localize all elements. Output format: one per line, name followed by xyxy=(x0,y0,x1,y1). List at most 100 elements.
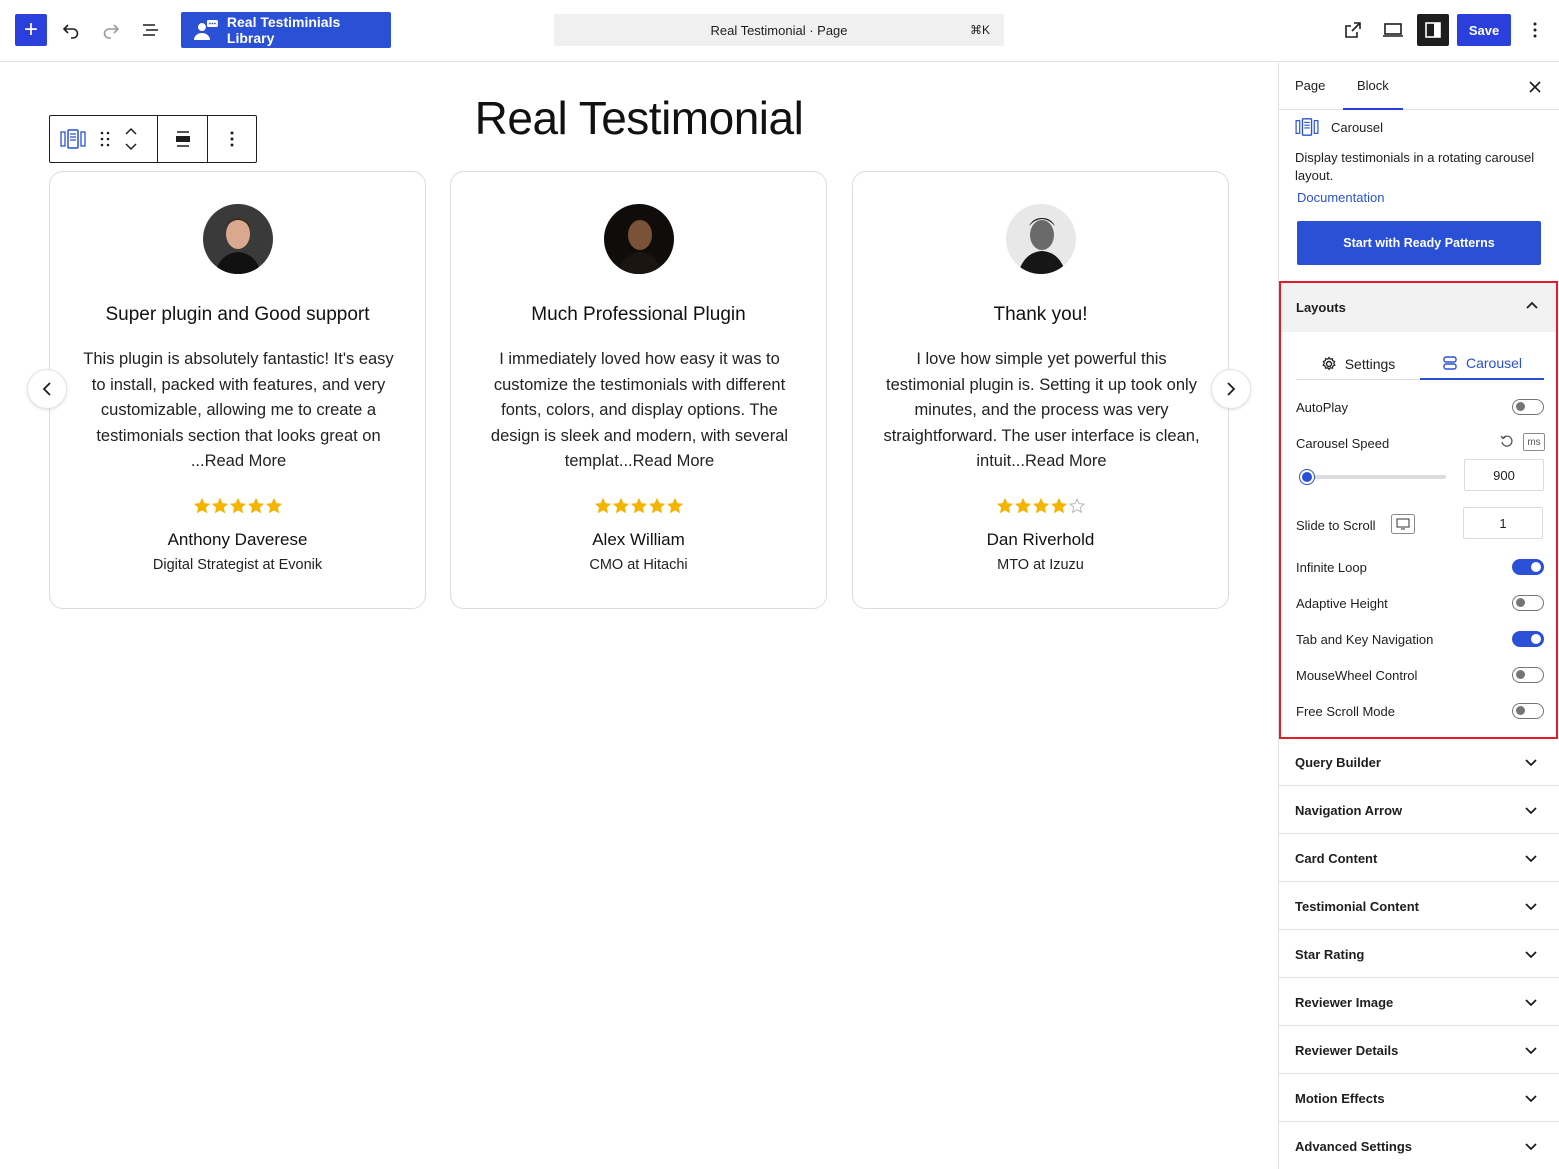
carousel-prev-button[interactable] xyxy=(27,369,67,409)
star-rating xyxy=(853,498,1228,514)
panel-star-rating[interactable]: Star Rating xyxy=(1279,930,1559,978)
mousewheel-control-toggle[interactable] xyxy=(1512,667,1544,683)
panel-title: Query Builder xyxy=(1295,755,1381,770)
move-up-down-icon[interactable] xyxy=(124,126,138,152)
star-filled-icon xyxy=(193,498,210,514)
carousel-speed-slider[interactable] xyxy=(1300,470,1446,484)
infinite-loop-toggle[interactable] xyxy=(1512,559,1544,575)
editor-canvas: Real Testimonial Super plugin and Good s… xyxy=(0,63,1278,1169)
star-filled-icon xyxy=(630,498,647,514)
autoplay-toggle[interactable] xyxy=(1512,399,1544,415)
drag-handle-icon[interactable] xyxy=(100,131,110,147)
testimonial-title: Thank you! xyxy=(993,304,1088,325)
redo-icon[interactable] xyxy=(97,16,125,44)
carousel-speed-label: Carousel Speed xyxy=(1296,436,1390,451)
star-filled-icon xyxy=(229,498,246,514)
desktop-device-icon[interactable] xyxy=(1391,514,1415,534)
carousel-block-icon[interactable] xyxy=(60,128,86,150)
tab-key-navigation-toggle[interactable] xyxy=(1512,631,1544,647)
more-options-icon[interactable] xyxy=(1521,16,1549,44)
block-card-header: Carousel xyxy=(1295,117,1383,137)
users-chat-icon xyxy=(193,20,218,40)
testimonial-text: I love how simple yet powerful this test… xyxy=(883,350,1200,471)
document-overview-icon[interactable] xyxy=(137,16,165,44)
layouts-panel: Layouts Settings Carousel AutoPlay Carou… xyxy=(1279,281,1558,739)
carousel-layers-icon xyxy=(1443,355,1457,370)
panel-motion-effects[interactable]: Motion Effects xyxy=(1279,1074,1559,1122)
add-block-button[interactable]: + xyxy=(15,14,47,46)
panel-title: Testimonial Content xyxy=(1295,899,1419,914)
reviewer-name: Alex William xyxy=(592,530,685,549)
star-filled-icon xyxy=(1032,498,1049,514)
external-link-icon[interactable] xyxy=(1339,16,1367,44)
documentation-link[interactable]: Documentation xyxy=(1297,190,1384,205)
chevron-left-icon xyxy=(42,382,51,396)
panel-title: Navigation Arrow xyxy=(1295,803,1403,818)
chevron-down-icon xyxy=(1525,807,1537,815)
save-button[interactable]: Save xyxy=(1457,14,1511,46)
slide-to-scroll-label: Slide to Scroll xyxy=(1296,518,1376,533)
free-scroll-mode-label: Free Scroll Mode xyxy=(1296,704,1395,719)
alignment-button[interactable] xyxy=(158,116,208,162)
tab-page[interactable]: Page xyxy=(1295,63,1325,110)
slide-to-scroll-input[interactable]: 1 xyxy=(1463,507,1543,539)
more-vertical-icon xyxy=(230,131,234,147)
panel-navigation-arrow[interactable]: Navigation Arrow xyxy=(1279,786,1559,834)
tab-carousel[interactable]: Carousel xyxy=(1420,347,1544,380)
document-title: Real Testimonial · Page xyxy=(710,22,848,38)
panel-title: Card Content xyxy=(1295,851,1378,866)
editor-top-bar: + Real Testiminials Library Real Testimo… xyxy=(0,0,1559,62)
panel-title: Star Rating xyxy=(1295,947,1365,962)
chevron-down-icon xyxy=(1525,951,1537,959)
ready-patterns-button[interactable]: Start with Ready Patterns xyxy=(1297,221,1541,265)
reset-icon[interactable] xyxy=(1500,434,1514,448)
desktop-preview-icon[interactable] xyxy=(1379,16,1407,44)
undo-icon[interactable] xyxy=(57,16,85,44)
star-filled-icon xyxy=(996,498,1013,514)
testimonial-title: Much Professional Plugin xyxy=(531,304,746,325)
star-empty-icon xyxy=(1068,498,1085,514)
testimonial-card[interactable]: Thank you! I love how simple yet powerfu… xyxy=(852,171,1229,609)
autoplay-label: AutoPlay xyxy=(1296,400,1349,415)
block-type-group xyxy=(50,116,158,162)
panel-advanced-settings[interactable]: Advanced Settings xyxy=(1279,1122,1559,1169)
layouts-panel-header[interactable]: Layouts xyxy=(1281,283,1556,332)
panel-testimonial-content[interactable]: Testimonial Content xyxy=(1279,882,1559,930)
layouts-title: Layouts xyxy=(1296,300,1346,315)
chevron-down-icon xyxy=(1525,855,1537,863)
chevron-down-icon xyxy=(1525,759,1537,767)
tab-settings[interactable]: Settings xyxy=(1296,347,1420,380)
panel-card-content[interactable]: Card Content xyxy=(1279,834,1559,882)
panel-query-builder[interactable]: Query Builder xyxy=(1279,738,1559,786)
panel-title: Reviewer Details xyxy=(1295,1043,1399,1058)
command-palette-bar[interactable]: Real Testimonial · Page ⌘K xyxy=(554,14,1004,46)
align-icon xyxy=(175,131,190,147)
chevron-down-icon xyxy=(1525,903,1537,911)
free-scroll-mode-toggle[interactable] xyxy=(1512,703,1544,719)
testimonials-library-button[interactable]: Real Testiminials Library xyxy=(181,12,391,48)
close-icon xyxy=(1529,81,1541,93)
unit-selector[interactable]: ms xyxy=(1523,433,1545,451)
panel-reviewer-image[interactable]: Reviewer Image xyxy=(1279,978,1559,1026)
star-rating xyxy=(50,498,425,514)
carousel-next-button[interactable] xyxy=(1211,369,1251,409)
settings-sidebar-toggle[interactable] xyxy=(1417,14,1449,46)
reviewer-name: Dan Riverhold xyxy=(986,530,1095,549)
slider-thumb[interactable] xyxy=(1300,470,1314,484)
testimonial-card[interactable]: Much Professional Plugin I immediately l… xyxy=(450,171,827,609)
shortcut-hint: ⌘K xyxy=(969,23,990,37)
star-filled-icon xyxy=(666,498,683,514)
block-options-button[interactable] xyxy=(208,116,256,162)
adaptive-height-toggle[interactable] xyxy=(1512,595,1544,611)
carousel-speed-input[interactable]: 900 xyxy=(1464,459,1544,491)
tab-key-navigation-label: Tab and Key Navigation xyxy=(1296,632,1434,647)
infinite-loop-label: Infinite Loop xyxy=(1296,560,1367,575)
sidebar-icon xyxy=(1425,22,1441,38)
panel-reviewer-details[interactable]: Reviewer Details xyxy=(1279,1026,1559,1074)
chevron-down-icon xyxy=(1525,999,1537,1007)
panel-title: Reviewer Image xyxy=(1295,995,1394,1010)
testimonial-card[interactable]: Super plugin and Good support This plugi… xyxy=(49,171,426,609)
testimonial-text: I immediately loved how easy it was to c… xyxy=(490,350,789,471)
close-sidebar-button[interactable] xyxy=(1525,77,1545,97)
tab-block[interactable]: Block xyxy=(1343,63,1403,110)
